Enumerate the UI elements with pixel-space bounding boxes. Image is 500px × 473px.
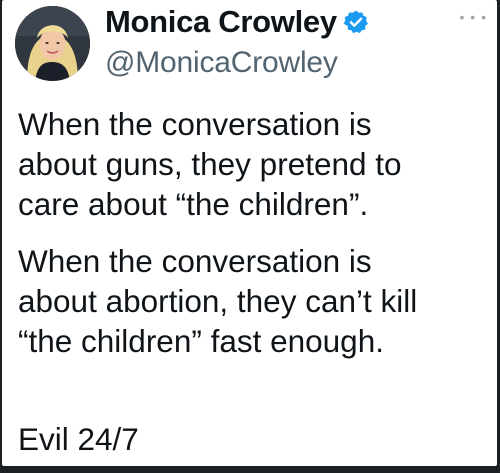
tweet-text: When the conversation is about guns, the…	[18, 104, 494, 361]
display-name[interactable]: Monica Crowley	[105, 4, 337, 40]
verified-badge-icon	[343, 9, 369, 35]
profile-photo-icon	[15, 6, 90, 81]
screenshot-frame: Monica Crowley @MonicaCrowley • • • When…	[0, 0, 500, 473]
more-icon[interactable]: • • •	[460, 10, 487, 24]
tweet-closing-line: Evil 24/7	[18, 421, 139, 457]
tweet-paragraph: When the conversation is about guns, the…	[18, 106, 402, 222]
name-row: Monica Crowley	[105, 2, 369, 42]
tweet-paragraph: When the conversation is about abortion,…	[18, 243, 418, 359]
tweet-card[interactable]: Monica Crowley @MonicaCrowley • • • When…	[2, 0, 497, 466]
user-handle[interactable]: @MonicaCrowley	[105, 46, 338, 80]
avatar[interactable]	[15, 6, 90, 81]
